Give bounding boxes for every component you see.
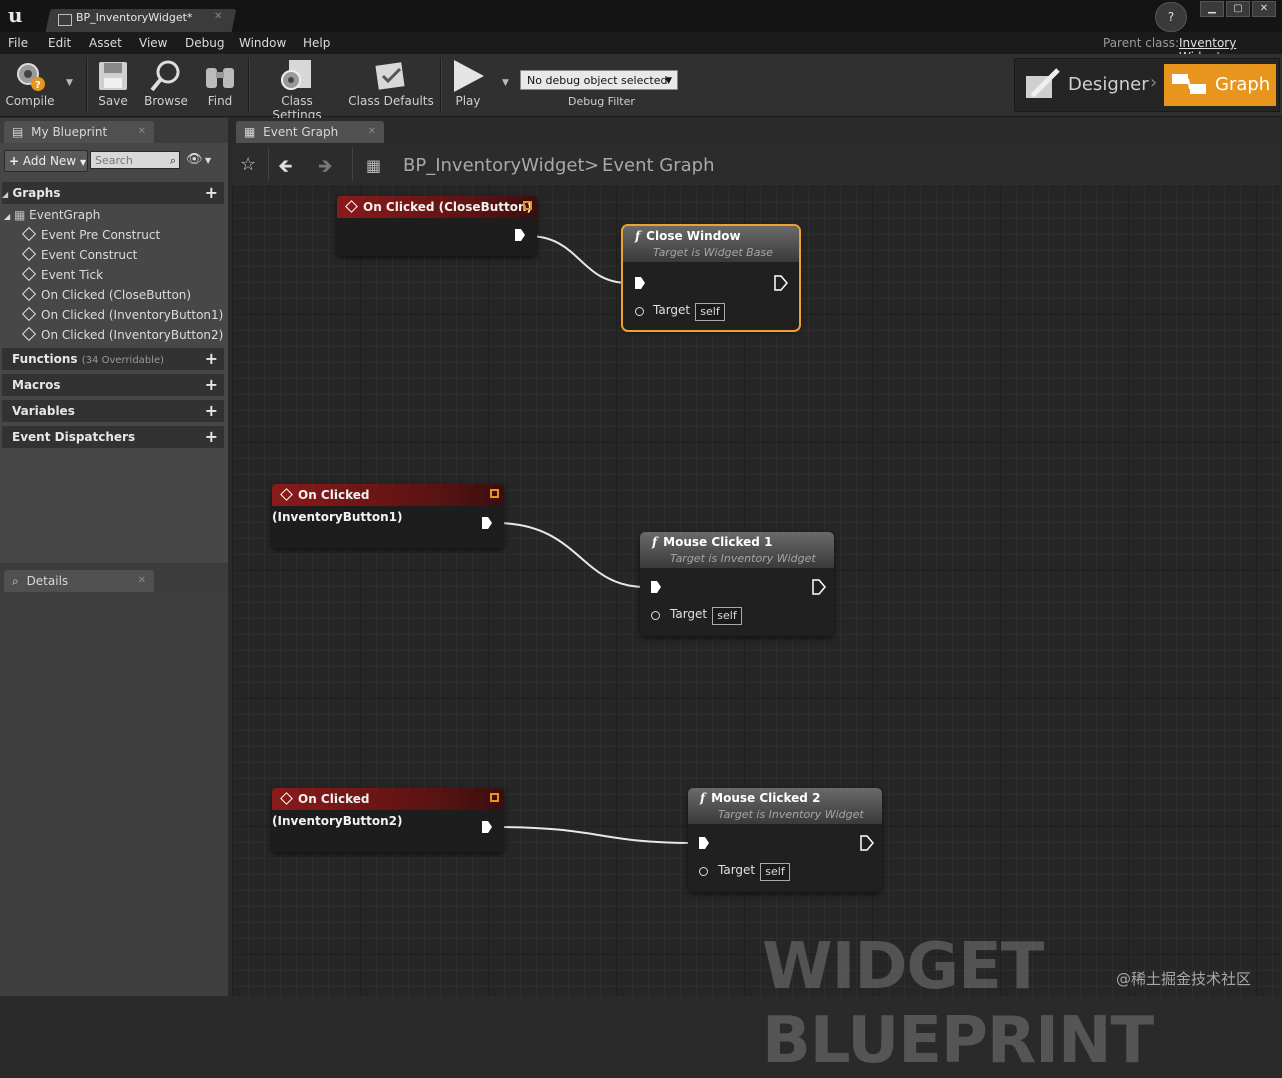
target-self-value[interactable]: self (760, 863, 790, 881)
exec-wire (527, 235, 629, 284)
event-node-inventory-button-1[interactable]: On Clicked (InventoryButton1) (272, 484, 504, 548)
function-node-title: f Mouse Clicked 2 (700, 791, 820, 805)
event-node-inventory-button-2[interactable]: On Clicked (InventoryButton2) (272, 788, 504, 852)
target-label: Target (653, 303, 691, 317)
event-node-close-button[interactable]: On Clicked (CloseButton) (337, 196, 537, 256)
target-label: Target (670, 607, 708, 621)
exec-input-pin[interactable] (651, 581, 661, 593)
function-node-close-window[interactable]: f Close Window Target is Widget Base Targ… (623, 226, 799, 330)
exec-output-pin[interactable] (812, 579, 826, 598)
exec-output-pin[interactable] (482, 821, 492, 833)
function-node-subtitle: Target is Inventory Widget (670, 552, 816, 565)
function-title-text: Mouse Clicked 1 (663, 535, 773, 549)
event-node-header: On Clicked (InventoryButton1) (272, 484, 504, 524)
target-self-value[interactable]: self (712, 607, 742, 625)
target-object-pin[interactable] (635, 307, 644, 316)
exec-input-pin[interactable] (635, 277, 645, 289)
function-f-icon: f (652, 535, 658, 549)
exec-wire (495, 522, 646, 588)
function-title-text: Mouse Clicked 2 (711, 791, 821, 805)
function-node-mouse-clicked-2[interactable]: f Mouse Clicked 2 Target is Inventory Wid… (688, 788, 882, 892)
target-object-pin[interactable] (699, 867, 708, 876)
exec-output-pin[interactable] (774, 275, 788, 294)
function-node-title: f Close Window (635, 229, 741, 243)
exec-output-pin[interactable] (515, 229, 525, 241)
event-node-header: On Clicked (CloseButton) (337, 196, 537, 218)
function-f-icon: f (635, 229, 641, 243)
target-object-pin[interactable] (651, 611, 660, 620)
event-diamond-icon (280, 488, 293, 501)
target-self-value[interactable]: self (695, 303, 725, 321)
function-node-title: f Mouse Clicked 1 (652, 535, 772, 549)
exec-output-pin[interactable] (482, 517, 492, 529)
target-label: Target (718, 863, 756, 877)
delegate-pin[interactable] (490, 489, 499, 498)
function-node-mouse-clicked-1[interactable]: f Mouse Clicked 1 Target is Inventory Wid… (640, 532, 834, 636)
exec-input-pin[interactable] (699, 837, 709, 849)
function-f-icon: f (700, 791, 706, 805)
event-node-title: On Clicked (CloseButton) (363, 200, 532, 214)
exec-wire (495, 826, 694, 844)
function-node-subtitle: Target is Inventory Widget (718, 808, 864, 821)
delegate-pin[interactable] (523, 201, 532, 210)
wires-layer (495, 235, 694, 844)
event-diamond-icon (280, 792, 293, 805)
delegate-pin[interactable] (490, 793, 499, 802)
event-node-header: On Clicked (InventoryButton2) (272, 788, 504, 828)
event-diamond-icon (345, 200, 358, 213)
function-title-text: Close Window (646, 229, 741, 243)
function-node-subtitle: Target is Widget Base (653, 246, 773, 259)
exec-output-pin[interactable] (860, 835, 874, 854)
